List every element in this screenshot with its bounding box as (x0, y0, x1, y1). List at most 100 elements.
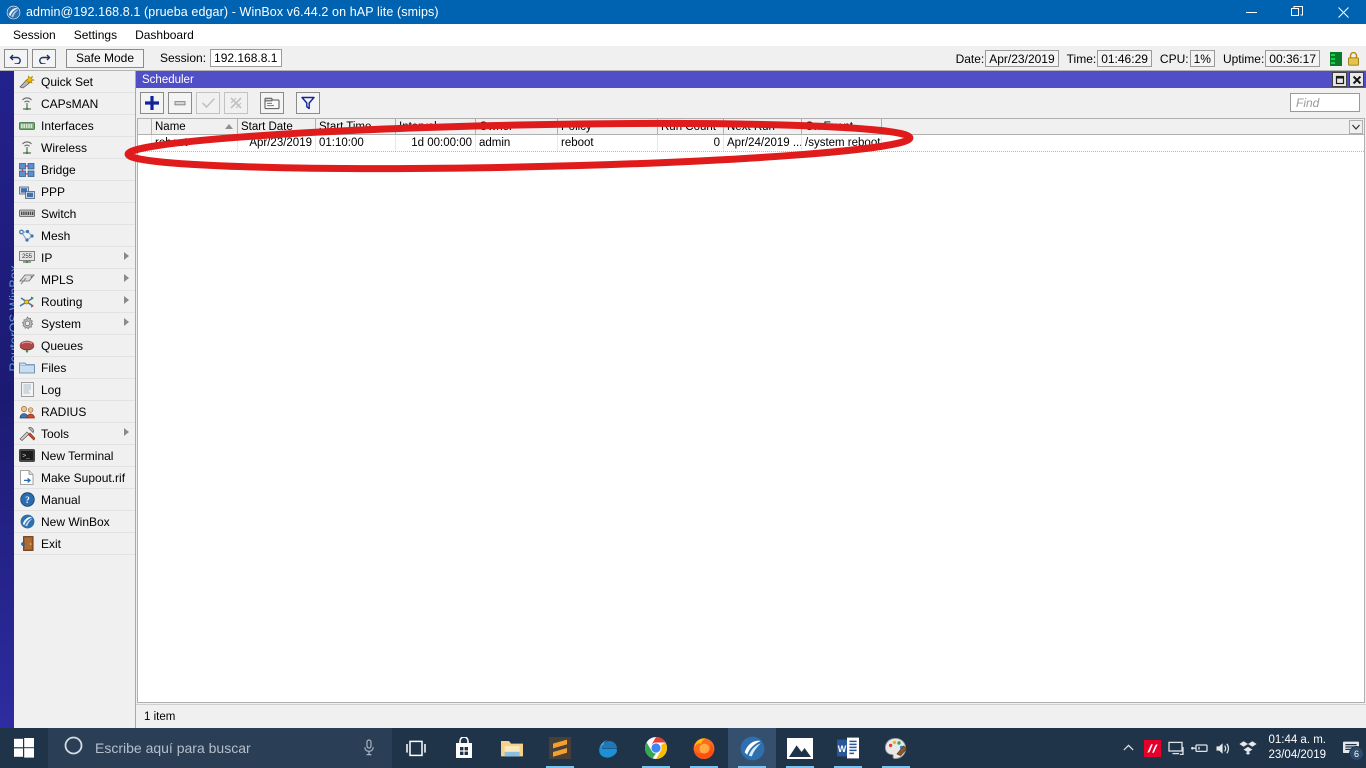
sidebar-item-wireless[interactable]: Wireless (14, 137, 135, 159)
mesh-icon (18, 228, 36, 244)
time-value: 01:46:29 (1097, 50, 1152, 67)
remove-button[interactable] (168, 92, 192, 114)
close-button[interactable] (1320, 0, 1366, 24)
queues-icon (18, 338, 36, 354)
column-header-policy[interactable]: Policy (558, 119, 658, 134)
menu-item-settings[interactable]: Settings (65, 26, 126, 44)
menu-item-session[interactable]: Session (4, 26, 65, 44)
scheduler-restore-button[interactable] (1332, 72, 1347, 87)
sidebar-item-bridge[interactable]: Bridge (14, 159, 135, 181)
cell-start-date: Apr/23/2019 (238, 135, 316, 151)
redo-button[interactable] (32, 49, 56, 68)
sidebar-item-queues[interactable]: Queues (14, 335, 135, 357)
find-input[interactable]: Find (1290, 93, 1360, 112)
sidebar-item-make-supout-rif[interactable]: Make Supout.rif (14, 467, 135, 489)
dropbox-icon[interactable] (1236, 728, 1260, 768)
microphone-icon[interactable] (362, 739, 376, 762)
taskbar-microsoft-store[interactable] (440, 728, 488, 768)
taskbar-microsoft-word[interactable]: W (824, 728, 872, 768)
column-header-on-event[interactable]: On Event (802, 119, 882, 134)
table-body: rebootApr/23/201901:10:001d 00:00:00admi… (138, 135, 1364, 152)
menu-item-dashboard[interactable]: Dashboard (126, 26, 203, 44)
sidebar-item-exit[interactable]: Exit (14, 533, 135, 555)
disable-button[interactable] (224, 92, 248, 114)
taskbar-sublime-text[interactable] (536, 728, 584, 768)
column-header-start-time[interactable]: Start Time (316, 119, 396, 134)
column-header-interval[interactable]: Interval (396, 119, 476, 134)
scheduler-title: Scheduler (136, 74, 194, 86)
taskbar-microsoft-edge[interactable] (584, 728, 632, 768)
sidebar-item-files[interactable]: Files (14, 357, 135, 379)
column-header-owner[interactable]: Owner (476, 119, 558, 134)
avira-icon[interactable] (1140, 728, 1164, 768)
taskbar-google-chrome[interactable] (632, 728, 680, 768)
taskbar-task-view[interactable] (392, 728, 440, 768)
taskbar-clock[interactable]: 01:44 a. m. 23/04/2019 (1260, 733, 1336, 763)
restore-button[interactable] (1274, 0, 1320, 24)
search-input[interactable]: Escribe aquí para buscar (48, 728, 392, 768)
sidebar-item-mpls[interactable]: MPLS (14, 269, 135, 291)
table-row[interactable]: rebootApr/23/201901:10:001d 00:00:00admi… (138, 135, 1364, 152)
scheduler-status-bar: 1 item (136, 704, 1366, 728)
interfaces-icon (18, 118, 36, 134)
taskbar-mozilla-firefox[interactable] (680, 728, 728, 768)
sidebar-item-label: RADIUS (41, 405, 86, 419)
system-gear-icon (18, 316, 36, 332)
comment-button[interactable] (260, 92, 284, 114)
action-center-button[interactable]: 6 (1336, 728, 1366, 768)
sidebar-item-system[interactable]: System (14, 313, 135, 335)
minimize-button[interactable] (1228, 0, 1274, 24)
sidebar-item-label: Quick Set (41, 75, 93, 89)
activity-led-icon (1330, 52, 1342, 66)
column-chooser-button[interactable] (1349, 120, 1363, 134)
sidebar-item-ip[interactable]: 255IP (14, 247, 135, 269)
submenu-arrow-icon (124, 296, 129, 304)
sidebar-item-new-terminal[interactable]: >_New Terminal (14, 445, 135, 467)
window-controls (1228, 0, 1366, 24)
row-gutter-header (138, 119, 152, 134)
usb-device-icon[interactable] (1188, 728, 1212, 768)
sidebar-item-log[interactable]: Log (14, 379, 135, 401)
sidebar-item-tools[interactable]: Tools (14, 423, 135, 445)
sidebar-item-switch[interactable]: Switch (14, 203, 135, 225)
sidebar-item-new-winbox[interactable]: New WinBox (14, 511, 135, 533)
column-header-start-date[interactable]: Start Date (238, 119, 316, 134)
session-address-field[interactable]: 192.168.8.1 (210, 49, 282, 67)
submenu-arrow-icon (124, 318, 129, 326)
sidebar-item-label: Manual (41, 493, 80, 507)
column-header-next-run[interactable]: Next Run (724, 119, 802, 134)
circle-search-icon (64, 736, 83, 760)
enable-button[interactable] (196, 92, 220, 114)
taskbar-winbox[interactable] (728, 728, 776, 768)
network-monitor-icon[interactable] (1164, 728, 1188, 768)
row-gutter (138, 135, 152, 151)
start-button[interactable] (0, 728, 48, 768)
sidebar-item-capsman[interactable]: CAPsMAN (14, 93, 135, 115)
add-button[interactable] (140, 92, 164, 114)
column-header-name[interactable]: Name (152, 119, 238, 134)
scheduler-titlebar[interactable]: Scheduler (136, 71, 1366, 88)
taskbar-paint[interactable] (872, 728, 920, 768)
taskbar-file-explorer[interactable] (488, 728, 536, 768)
sidebar-item-quick-set[interactable]: Quick Set (14, 71, 135, 93)
sidebar-item-manual[interactable]: ?Manual (14, 489, 135, 511)
item-count-label: 1 item (136, 711, 175, 723)
sidebar-item-label: New Terminal (41, 449, 113, 463)
sidebar-item-routing[interactable]: Routing (14, 291, 135, 313)
sidebar-item-mesh[interactable]: Mesh (14, 225, 135, 247)
filter-button[interactable] (296, 92, 320, 114)
sidebar-item-label: PPP (41, 185, 65, 199)
sidebar-item-ppp[interactable]: PPP (14, 181, 135, 203)
safe-mode-button[interactable]: Safe Mode (66, 49, 144, 68)
router-status-group: Date: Apr/23/2019 Time: 01:46:29 CPU: 1%… (948, 46, 1360, 71)
volume-icon[interactable] (1212, 728, 1236, 768)
sidebar-item-radius[interactable]: RADIUS (14, 401, 135, 423)
taskbar-tasks: W (392, 728, 920, 768)
sidebar-item-interfaces[interactable]: Interfaces (14, 115, 135, 137)
sidebar-item-label: Files (41, 361, 66, 375)
chevron-up-icon[interactable] (1116, 728, 1140, 768)
undo-button[interactable] (4, 49, 28, 68)
taskbar-photos[interactable] (776, 728, 824, 768)
column-header-run-count[interactable]: Run Count (658, 119, 724, 134)
scheduler-close-button[interactable] (1349, 72, 1364, 87)
